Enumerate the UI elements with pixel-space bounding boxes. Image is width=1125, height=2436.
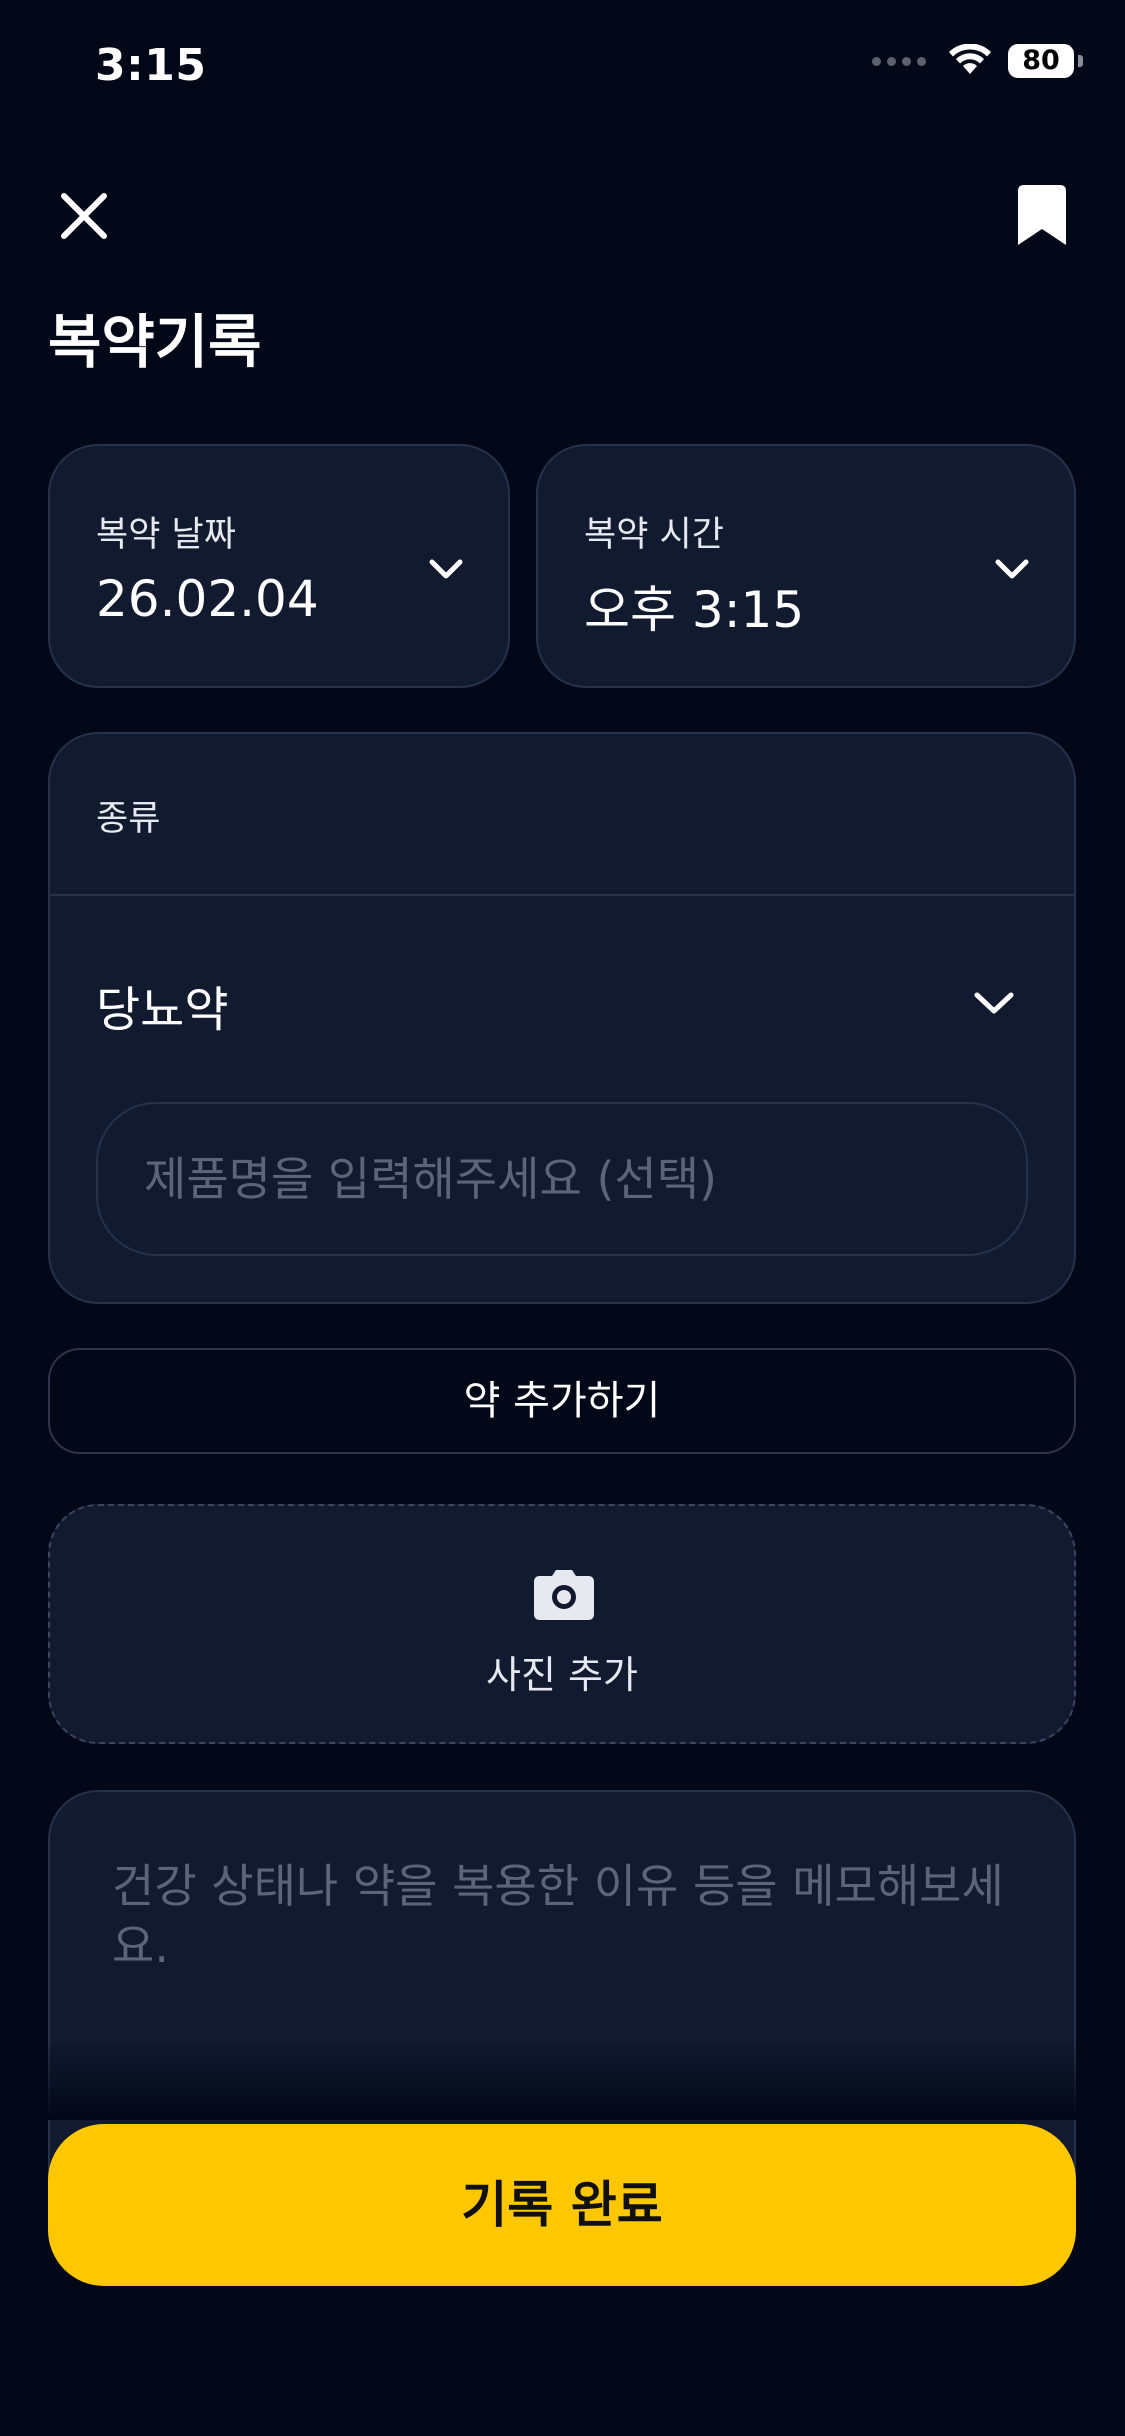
time-label: 복약 시간 [584,515,724,555]
date-label: 복약 날짜 [96,515,236,555]
battery-icon: 80 [1008,44,1074,78]
add-photo-button[interactable]: 사진 추가 [48,1504,1076,1744]
chevron-down-icon [429,559,463,579]
time-value: 오후 3:15 [584,581,805,639]
bookmark-icon [1018,185,1066,245]
cellular-signal-icon [872,56,926,66]
add-photo-label: 사진 추가 [486,1653,638,1697]
page-title: 복약기록 [48,308,262,376]
bookmark-button[interactable] [1012,183,1072,249]
add-medication-button[interactable]: 약 추가하기 [48,1348,1076,1454]
status-time: 3:15 [95,40,207,91]
battery-tip [1078,55,1083,67]
medication-type-card: 종류 당뇨약 [48,732,1076,1304]
date-selector[interactable]: 복약 날짜 26.02.04 [48,444,510,688]
type-dropdown[interactable]: 당뇨약 [96,970,228,1040]
divider [50,894,1074,896]
status-indicators: 80 [872,44,1083,78]
time-selector[interactable]: 복약 시간 오후 3:15 [536,444,1076,688]
memo-fade [48,2040,1076,2120]
submit-record-button[interactable]: 기록 완료 [48,2124,1076,2286]
camera-icon [534,1570,594,1620]
product-name-input[interactable] [96,1102,1028,1256]
chevron-down-icon [995,559,1029,579]
wifi-icon [949,44,991,74]
type-label: 종류 [96,799,161,839]
close-icon [61,193,107,239]
close-button[interactable] [54,186,114,246]
date-value: 26.02.04 [96,570,319,628]
chevron-down-icon[interactable] [972,990,1016,1016]
